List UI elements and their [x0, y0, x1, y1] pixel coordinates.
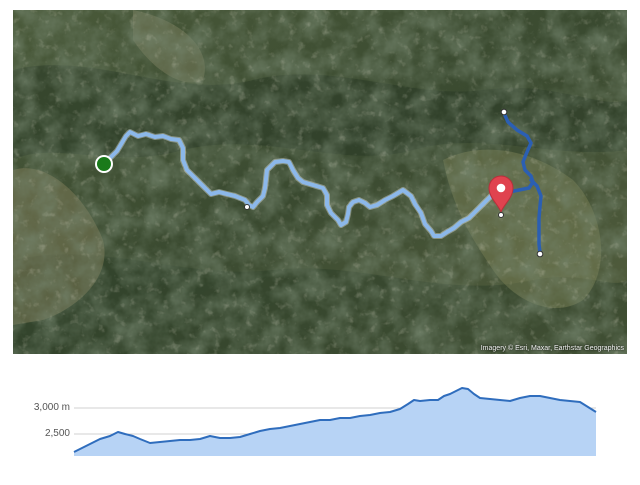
map-canvas[interactable] — [13, 10, 627, 354]
map-attribution[interactable]: Imagery © Esri, Maxar, Earthstar Geograp… — [481, 345, 624, 352]
elevation-chart[interactable] — [0, 360, 640, 480]
satellite-map[interactable]: Imagery © Esri, Maxar, Earthstar Geograp… — [13, 10, 627, 354]
elevation-profile[interactable]: 3,000 m 2,500 — [0, 360, 640, 480]
waypoint-dot-icon[interactable] — [536, 250, 544, 258]
waypoint-dot-icon[interactable] — [500, 108, 508, 116]
waypoint-dot-icon[interactable] — [244, 204, 250, 210]
y-tick-label: 2,500 — [44, 428, 70, 439]
waypoint-dot-icon[interactable] — [498, 212, 504, 218]
y-tick-label: 3,000 m — [33, 402, 70, 413]
start-marker-icon[interactable] — [95, 155, 113, 173]
